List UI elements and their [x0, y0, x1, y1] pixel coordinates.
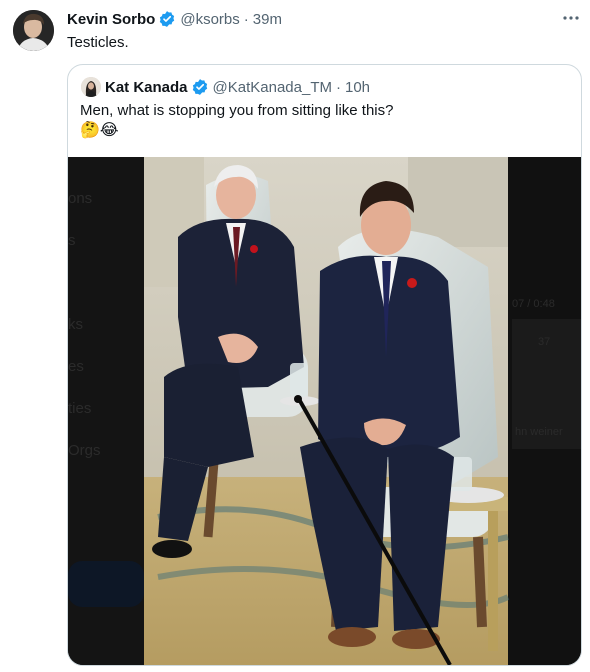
- quoted-handle[interactable]: @KatKanada_TM: [213, 79, 332, 96]
- quoted-avatar-image: [81, 77, 101, 97]
- ghost-text-7: 37: [538, 336, 550, 348]
- ghost-text-2: ks: [68, 316, 83, 333]
- ghost-text-5: Orgs: [68, 442, 101, 459]
- separator: ·: [243, 10, 249, 28]
- ghost-text-0: ons: [68, 190, 92, 207]
- timestamp[interactable]: 39m: [253, 11, 282, 28]
- quoted-avatar[interactable]: [81, 77, 101, 97]
- handle[interactable]: @ksorbs: [180, 11, 239, 28]
- tweet-text: Testicles.: [67, 34, 129, 51]
- tweet[interactable]: Kevin Sorbo @ksorbs · 39m Testicles. Kat: [0, 0, 590, 672]
- quoted-separator: ·: [336, 78, 341, 96]
- quoted-header: Kat Kanada @KatKanada_TM · 10h: [105, 77, 370, 97]
- tweet-header: Kevin Sorbo @ksorbs · 39m: [67, 9, 282, 29]
- verified-badge-icon: [158, 10, 176, 28]
- ghost-text-1: s: [68, 232, 76, 249]
- quoted-emojis: 🤔😂: [80, 122, 119, 139]
- ghost-text-4: ties: [68, 400, 91, 417]
- quoted-tweet[interactable]: Kat Kanada @KatKanada_TM · 10h Men, what…: [67, 64, 582, 666]
- ghost-text-8: hn weiner: [515, 426, 563, 438]
- verified-badge-icon: [191, 78, 209, 96]
- more-horizontal-icon: [561, 13, 581, 30]
- quoted-timestamp[interactable]: 10h: [345, 79, 370, 96]
- ghost-text-3: es: [68, 358, 84, 375]
- quoted-display-name[interactable]: Kat Kanada: [105, 79, 188, 96]
- photo-two-men-seated-in-armchairs: ons s ks es ties Orgs 07 / 0:48 37 hn we…: [68, 157, 581, 665]
- ghost-text-6: 07 / 0:48: [512, 298, 555, 310]
- more-options-button[interactable]: [558, 10, 584, 30]
- quoted-media-image[interactable]: ons s ks es ties Orgs 07 / 0:48 37 hn we…: [68, 157, 581, 665]
- display-name[interactable]: Kevin Sorbo: [67, 11, 155, 28]
- avatar[interactable]: [13, 10, 54, 51]
- quoted-text: Men, what is stopping you from sitting l…: [80, 102, 394, 119]
- avatar-image: [13, 10, 54, 51]
